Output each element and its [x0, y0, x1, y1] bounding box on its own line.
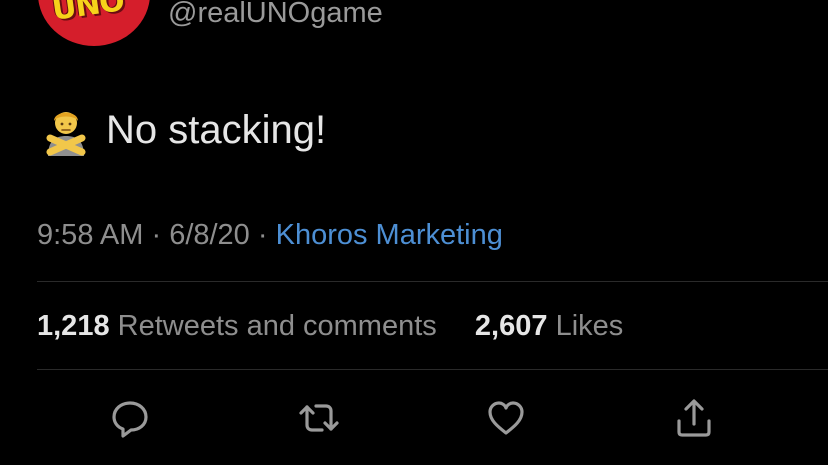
tweet-source-link[interactable]: Khoros Marketing: [276, 219, 503, 251]
meta-separator: ·: [143, 219, 170, 251]
retweets-count[interactable]: 1,218: [37, 310, 110, 342]
meta-separator: ·: [249, 219, 276, 251]
tweet-stats: 1,218 Retweets and comments 2,607 Likes: [37, 307, 623, 345]
share-icon: [677, 399, 711, 437]
tweet-text: No stacking!: [106, 107, 327, 152]
tweet-meta: 9:58 AM · 6/8/20 · Khoros Marketing: [37, 216, 503, 254]
avatar[interactable]: UNO: [38, 0, 150, 46]
likes-label[interactable]: Likes: [556, 310, 624, 342]
reply-button[interactable]: [108, 396, 152, 440]
retweet-button[interactable]: [297, 396, 341, 440]
user-handle[interactable]: @realUNOgame: [168, 0, 383, 29]
like-button[interactable]: [484, 396, 528, 440]
divider: [37, 369, 828, 370]
divider: [37, 281, 828, 282]
tweet-date: 6/8/20: [169, 219, 250, 251]
heart-icon: [488, 401, 524, 435]
person-gesturing-no-emoji-icon: [40, 104, 92, 156]
reply-icon: [112, 401, 148, 438]
retweets-label[interactable]: Retweets and comments: [118, 310, 437, 342]
retweet-icon: [299, 404, 339, 432]
share-button[interactable]: [672, 396, 716, 440]
tweet-time: 9:58 AM: [37, 219, 144, 251]
tweet-text-container: No stacking!: [40, 104, 326, 156]
uno-logo-icon: UNO: [49, 0, 127, 28]
likes-count[interactable]: 2,607: [475, 310, 548, 342]
